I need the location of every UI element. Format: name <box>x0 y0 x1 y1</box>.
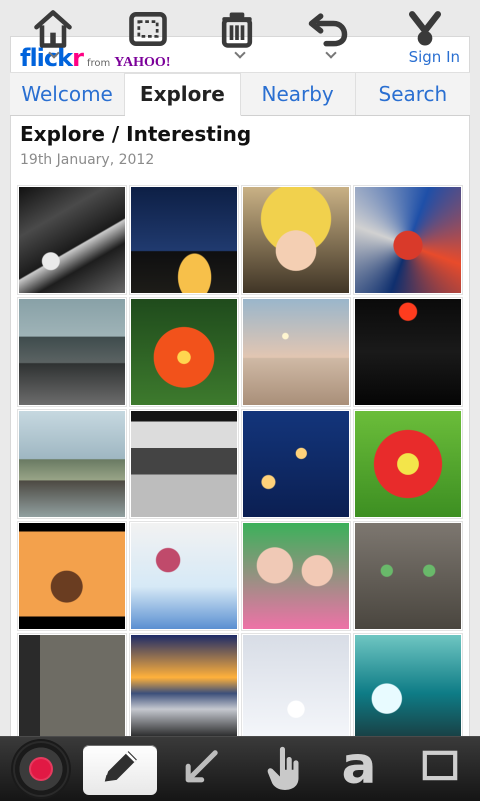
rectangle-tool-button[interactable] <box>403 745 477 795</box>
select-rectangle-icon <box>126 7 170 55</box>
photo-grid <box>18 186 463 740</box>
tab-search[interactable]: Search <box>356 73 470 115</box>
photo-thumbnail[interactable] <box>354 634 462 740</box>
top-toolbar <box>0 0 480 64</box>
select-area-button[interactable] <box>123 8 173 54</box>
tab-welcome[interactable]: Welcome <box>10 73 126 115</box>
photo-thumbnail[interactable] <box>18 410 126 518</box>
photo-thumbnail[interactable] <box>130 634 238 740</box>
photo-thumbnail[interactable] <box>242 410 350 518</box>
pointer-tool-button[interactable] <box>248 745 322 795</box>
photo-thumbnail[interactable] <box>130 298 238 406</box>
hand-pointer-icon <box>258 741 312 799</box>
photo-thumbnail[interactable] <box>130 522 238 630</box>
record-icon <box>29 757 53 781</box>
photo-thumbnail[interactable] <box>18 298 126 406</box>
pencil-tool-button[interactable] <box>83 745 157 795</box>
photo-thumbnail[interactable] <box>18 634 126 740</box>
tab-nearby[interactable]: Nearby <box>241 73 356 115</box>
photo-thumbnail[interactable] <box>18 522 126 630</box>
photo-thumbnail[interactable] <box>354 298 462 406</box>
record-button[interactable] <box>15 743 67 795</box>
chevron-down-icon <box>234 49 244 59</box>
trash-icon <box>215 7 259 55</box>
undo-button[interactable] <box>303 8 353 54</box>
photo-thumbnail[interactable] <box>242 634 350 740</box>
bottom-toolbar: a <box>0 736 480 801</box>
share-icon <box>403 7 447 55</box>
arrow-icon <box>173 741 227 799</box>
share-button[interactable] <box>400 8 450 54</box>
flickr-mobile-page: flickr from YAHOO! Sign In Welcome Explo… <box>10 36 470 740</box>
chevron-down-icon <box>325 49 335 59</box>
chevron-down-icon <box>48 49 58 59</box>
tabs-bar: Welcome Explore Nearby Search <box>10 72 470 116</box>
rectangle-icon <box>413 741 467 799</box>
photo-thumbnail[interactable] <box>18 186 126 294</box>
undo-icon <box>306 7 350 55</box>
pencil-icon <box>93 741 147 799</box>
arrow-tool-button[interactable] <box>163 745 237 795</box>
delete-button[interactable] <box>212 8 262 54</box>
text-tool-button[interactable]: a <box>322 740 396 795</box>
page-date: 19th January, 2012 <box>20 152 155 168</box>
tab-explore[interactable]: Explore <box>125 73 241 116</box>
text-tool-icon: a <box>341 736 377 796</box>
photo-thumbnail[interactable] <box>354 522 462 630</box>
photo-thumbnail[interactable] <box>130 186 238 294</box>
photo-thumbnail[interactable] <box>242 522 350 630</box>
photo-thumbnail[interactable] <box>242 298 350 406</box>
photo-thumbnail[interactable] <box>354 410 462 518</box>
photo-thumbnail[interactable] <box>354 186 462 294</box>
page-title: Explore / Interesting <box>20 122 252 146</box>
photo-thumbnail[interactable] <box>130 410 238 518</box>
photo-thumbnail[interactable] <box>242 186 350 294</box>
